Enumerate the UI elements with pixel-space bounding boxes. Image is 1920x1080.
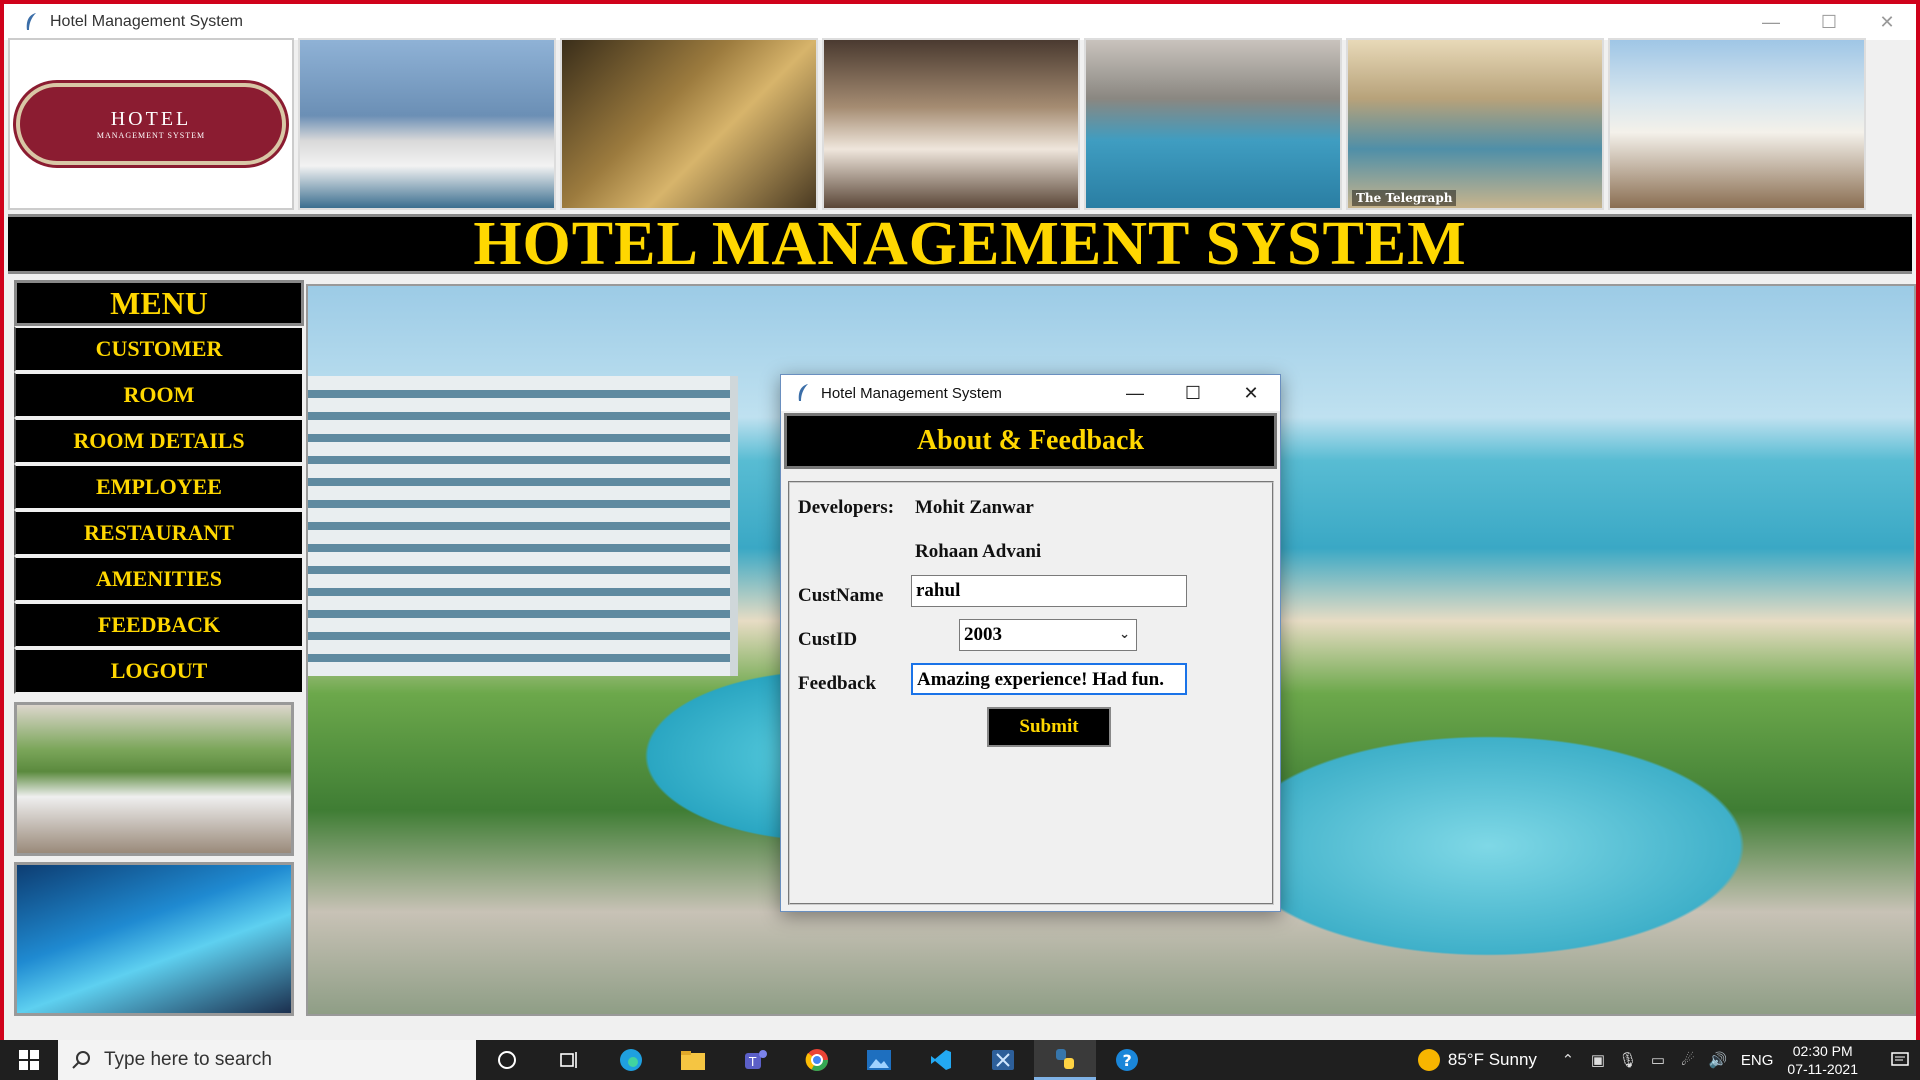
chevron-down-icon[interactable]: ⌄ bbox=[1119, 622, 1132, 648]
sidebar-photo-room bbox=[14, 702, 294, 856]
close-icon[interactable]: ✕ bbox=[1222, 375, 1280, 411]
sun-icon bbox=[1417, 1049, 1440, 1071]
main-titlebar[interactable]: Hotel Management System — ☐ ✕ bbox=[4, 4, 1916, 40]
taskbar-search[interactable]: Type here to search bbox=[58, 1040, 476, 1080]
system-tray: 85°F Sunny ⌃ ▣ 🎙 ▭ ☄ 🔊 ENG 02:30 PM 07-1… bbox=[1417, 1040, 1920, 1080]
task-view-icon[interactable] bbox=[538, 1040, 600, 1080]
window-title: Hotel Management System bbox=[50, 13, 243, 30]
feedback-label: Feedback bbox=[798, 673, 877, 694]
sidebar-photo-underwater-room bbox=[14, 862, 294, 1016]
resort-building bbox=[308, 376, 738, 676]
logo-subtext: MANAGEMENT SYSTEM bbox=[96, 131, 206, 140]
menu-room-button[interactable]: ROOM bbox=[14, 372, 304, 418]
custid-select[interactable]: 2003 ⌄ bbox=[959, 619, 1137, 651]
custid-label: CustID bbox=[798, 629, 858, 650]
edge-browser-icon[interactable] bbox=[600, 1040, 662, 1080]
maximize-icon[interactable]: ☐ bbox=[1800, 4, 1858, 40]
meet-now-icon[interactable]: ▣ bbox=[1583, 1051, 1613, 1069]
help-icon[interactable]: ? bbox=[1096, 1040, 1158, 1080]
hotel-logo: HOTEL MANAGEMENT SYSTEM bbox=[8, 38, 294, 210]
windows-start-icon[interactable] bbox=[0, 1040, 58, 1080]
banner: HOTEL MANAGEMENT SYSTEM The Telegraph bbox=[8, 38, 1912, 212]
teams-icon[interactable]: T bbox=[724, 1040, 786, 1080]
svg-text:?: ? bbox=[1123, 1051, 1132, 1070]
app-header: HOTEL MANAGEMENT SYSTEM bbox=[8, 210, 1912, 278]
chevron-up-icon[interactable]: ⌃ bbox=[1553, 1051, 1583, 1069]
photos-icon[interactable] bbox=[848, 1040, 910, 1080]
notification-icon[interactable] bbox=[1880, 1050, 1920, 1070]
taskbar: Type here to search T ? 85°F Sunny ⌃ ▣ 🎙… bbox=[0, 1040, 1920, 1080]
banner-photo-lounge: The Telegraph bbox=[1346, 38, 1604, 210]
battery-icon[interactable]: ▭ bbox=[1643, 1051, 1673, 1069]
custname-input[interactable]: rahul bbox=[911, 575, 1187, 607]
app-title: HOTEL MANAGEMENT SYSTEM bbox=[473, 210, 1467, 278]
menu-title: MENU bbox=[14, 280, 304, 326]
sidebar-menu: MENU CUSTOMER ROOM ROOM DETAILS EMPLOYEE… bbox=[14, 280, 304, 1016]
feather-icon bbox=[793, 383, 813, 403]
custname-label: CustName bbox=[798, 585, 884, 606]
feedback-input[interactable]: Amazing experience! Had fun. bbox=[911, 663, 1187, 695]
clock-date: 07-11-2021 bbox=[1787, 1061, 1858, 1077]
minimize-icon[interactable]: — bbox=[1742, 4, 1800, 40]
file-explorer-icon[interactable] bbox=[662, 1040, 724, 1080]
menu-amenities-button[interactable]: AMENITIES bbox=[14, 556, 304, 602]
weather-text: 85°F Sunny bbox=[1447, 1050, 1537, 1069]
logo-text: HOTEL bbox=[110, 108, 192, 130]
weather-widget[interactable]: 85°F Sunny bbox=[1417, 1049, 1537, 1071]
banner-photo-terrace bbox=[1608, 38, 1866, 210]
cortana-icon[interactable] bbox=[476, 1040, 538, 1080]
feedback-dialog: Hotel Management System — ☐ ✕ About & Fe… bbox=[780, 374, 1281, 912]
wifi-icon[interactable]: ☄ bbox=[1673, 1051, 1703, 1069]
feedback-form: Developers: Mohit Zanwar Rohaan Advani C… bbox=[788, 481, 1274, 905]
chrome-icon[interactable] bbox=[786, 1040, 848, 1080]
language-indicator[interactable]: ENG bbox=[1741, 1052, 1774, 1069]
banner-photo-suite bbox=[822, 38, 1080, 210]
vscode-icon[interactable] bbox=[910, 1040, 972, 1080]
maximize-icon[interactable]: ☐ bbox=[1164, 375, 1222, 411]
microphone-icon[interactable]: 🎙 bbox=[1613, 1051, 1643, 1069]
banner-photo-bedroom-city bbox=[298, 38, 556, 210]
feather-icon bbox=[20, 11, 42, 33]
menu-room-details-button[interactable]: ROOM DETAILS bbox=[14, 418, 304, 464]
svg-text:T: T bbox=[748, 1055, 757, 1069]
developers-label: Developers: bbox=[798, 497, 895, 518]
search-icon bbox=[58, 1050, 104, 1070]
menu-logout-button[interactable]: LOGOUT bbox=[14, 648, 304, 694]
menu-employee-button[interactable]: EMPLOYEE bbox=[14, 464, 304, 510]
dialog-title: Hotel Management System bbox=[821, 384, 1002, 402]
close-icon[interactable]: ✕ bbox=[1858, 4, 1916, 40]
developer-name: Mohit Zanwar bbox=[915, 497, 1034, 518]
clock[interactable]: 02:30 PM 07-11-2021 bbox=[1787, 1042, 1858, 1078]
volume-icon[interactable]: 🔊 bbox=[1703, 1051, 1733, 1069]
banner-photo-restaurant bbox=[560, 38, 818, 210]
clock-time: 02:30 PM bbox=[1792, 1043, 1853, 1059]
banner-photo-pool bbox=[1084, 38, 1342, 210]
developer-name: Rohaan Advani bbox=[915, 541, 1042, 562]
custid-value: 2003 bbox=[964, 624, 1002, 645]
menu-feedback-button[interactable]: FEEDBACK bbox=[14, 602, 304, 648]
search-placeholder: Type here to search bbox=[104, 1049, 272, 1070]
menu-restaurant-button[interactable]: RESTAURANT bbox=[14, 510, 304, 556]
dialog-heading: About & Feedback bbox=[784, 413, 1277, 469]
submit-button[interactable]: Submit bbox=[987, 707, 1111, 747]
photo-caption: The Telegraph bbox=[1352, 190, 1457, 206]
snipping-tool-icon[interactable] bbox=[972, 1040, 1034, 1080]
dialog-titlebar[interactable]: Hotel Management System — ☐ ✕ bbox=[781, 375, 1280, 411]
python-app-icon[interactable] bbox=[1034, 1040, 1096, 1080]
menu-customer-button[interactable]: CUSTOMER bbox=[14, 326, 304, 372]
minimize-icon[interactable]: — bbox=[1106, 375, 1164, 411]
